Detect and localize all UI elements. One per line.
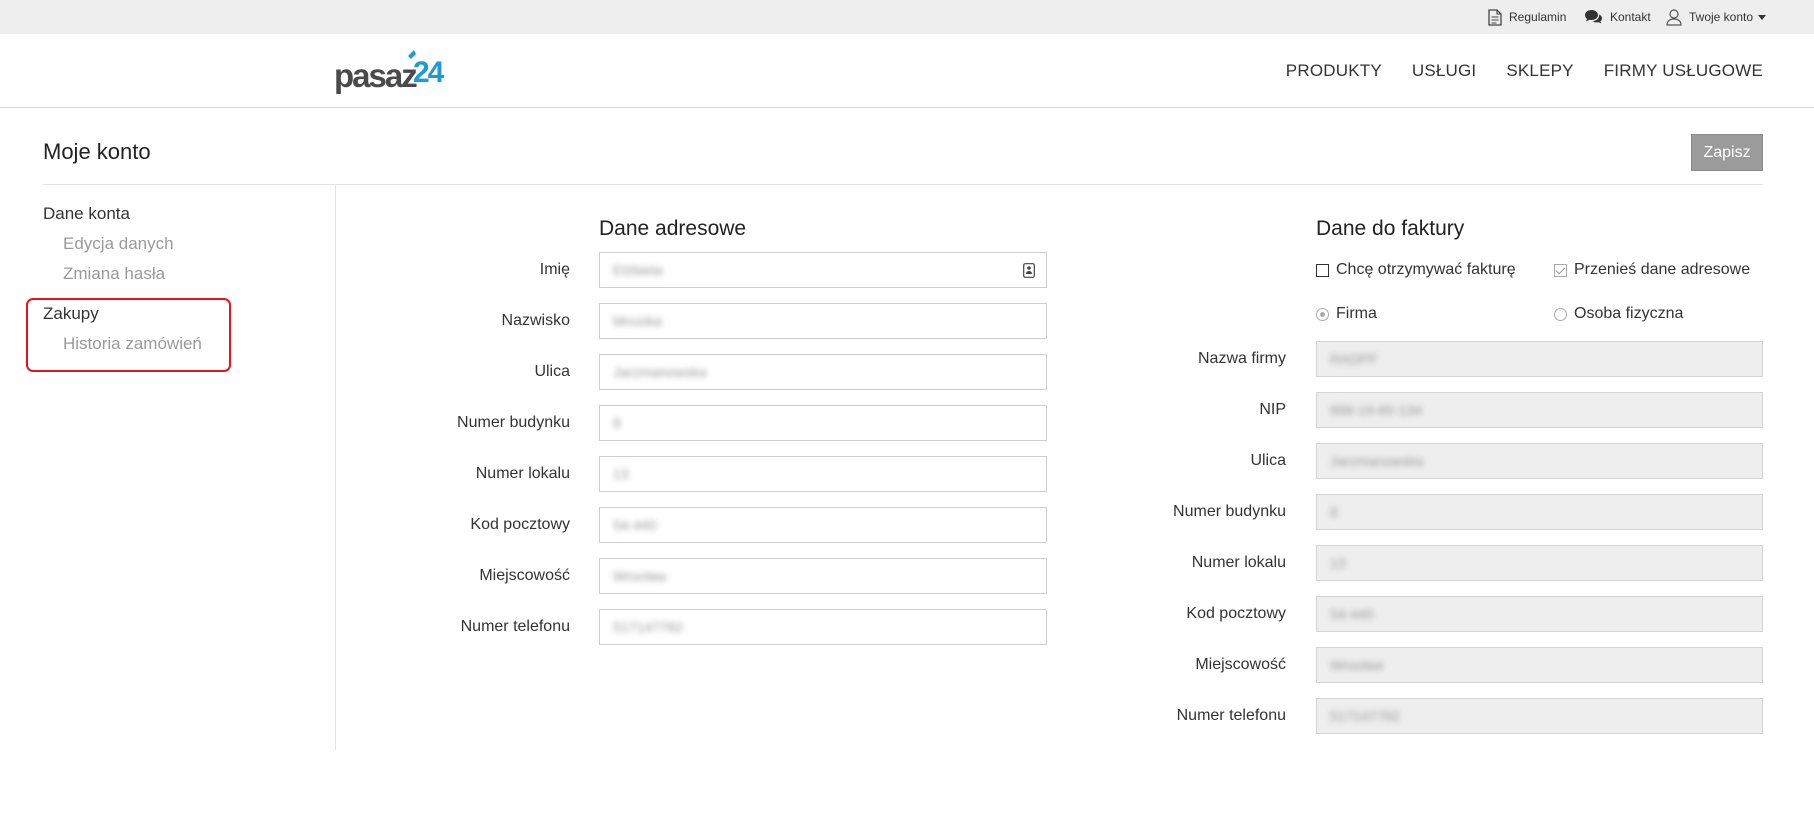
radio-osoba-fizyczna[interactable]: Osoba fizyczna	[1554, 305, 1683, 323]
kontakt-link[interactable]: Kontakt	[1584, 0, 1651, 34]
invoice-label-ulica: Ulica	[1250, 452, 1286, 469]
invoice-label-nazwa-firmy: Nazwa firmy	[1197, 350, 1286, 367]
invoice-input-numer-telefonu[interactable]: 517147782	[1316, 698, 1763, 734]
account-dropdown[interactable]: Twoje konto	[1666, 0, 1767, 34]
sidebar-item-edycja-danych[interactable]: Edycja danych	[63, 234, 174, 254]
invoice-label-nip: NIP	[1259, 401, 1286, 418]
invoice-value-numer-lokalu: 13	[1330, 555, 1346, 571]
radio-icon	[1554, 307, 1567, 321]
address-input-ulica[interactable]: Jarzmanowska	[599, 354, 1047, 390]
nav-sklepy[interactable]: SKLEPY	[1506, 61, 1573, 81]
svg-text:pasaz: pasaz	[334, 57, 417, 94]
address-label-imie: Imię	[539, 261, 570, 278]
address-value-kod-pocztowy: 54-440	[613, 517, 657, 533]
radio-firma[interactable]: Firma	[1316, 305, 1377, 323]
address-input-imie[interactable]: Elżbieta	[599, 252, 1047, 288]
contact-card-icon	[1023, 263, 1035, 278]
radio-selected-icon	[1316, 307, 1329, 321]
account-label: Twoje konto	[1689, 10, 1754, 24]
copy-address-label: Przenieś dane adresowe	[1574, 261, 1751, 278]
invoice-value-miejscowosc: Wrocław	[1330, 657, 1384, 673]
address-value-numer-budynku: 8	[613, 415, 621, 431]
page-title: Moje konto	[43, 139, 151, 164]
address-heading: Dane adresowe	[599, 217, 747, 240]
address-label-kod-pocztowy: Kod pocztowy	[470, 516, 570, 533]
address-label-numer-budynku: Numer budynku	[457, 414, 570, 431]
address-value-nazwisko: Mrozika	[613, 313, 663, 329]
want-invoice-checkbox[interactable]: Chcę otrzymywać fakturę	[1316, 261, 1516, 279]
address-value-imie: Elżbieta	[613, 262, 663, 278]
nav-firmy-uslugowe[interactable]: FIRMY USŁUGOWE	[1604, 61, 1763, 81]
regulamin-link[interactable]: Regulamin	[1488, 0, 1566, 34]
want-invoice-label: Chcę otrzymywać fakturę	[1336, 261, 1516, 278]
title-divider	[43, 184, 1763, 185]
checkbox-checked-icon	[1554, 263, 1567, 277]
highlight-box	[26, 298, 231, 372]
chevron-down-icon	[1758, 14, 1767, 20]
address-value-numer-telefonu: 517147782	[613, 619, 684, 635]
invoice-input-numer-lokalu[interactable]: 13	[1316, 545, 1763, 581]
invoice-value-nazwa-firmy: RADPF	[1330, 351, 1378, 367]
address-label-numer-telefonu: Numer telefonu	[460, 618, 570, 635]
address-value-numer-lokalu: 13	[613, 466, 629, 482]
main-navigation: PRODUKTY USŁUGI SKLEPY FIRMY USŁUGOWE	[1256, 34, 1763, 108]
invoice-value-ulica: Jarzmanowska	[1330, 453, 1424, 469]
invoice-input-nip[interactable]: 898-19-65-134	[1316, 392, 1763, 428]
address-input-numer-lokalu[interactable]: 13	[599, 456, 1047, 492]
radio-firma-label: Firma	[1336, 305, 1377, 322]
invoice-label-numer-lokalu: Numer lokalu	[1191, 554, 1286, 571]
copy-address-checkbox[interactable]: Przenieś dane adresowe	[1554, 261, 1750, 279]
user-icon	[1666, 8, 1682, 26]
invoice-input-ulica[interactable]: Jarzmanowska	[1316, 443, 1763, 479]
pasaz24-logo[interactable]: pasaz 24	[334, 50, 452, 94]
sidebar-divider	[335, 185, 336, 750]
address-input-kod-pocztowy[interactable]: 54-440	[599, 507, 1047, 543]
address-input-nazwisko[interactable]: Mrozika	[599, 303, 1047, 339]
site-header: pasaz 24 PRODUKTY USŁUGI SKLEPY FIRMY US…	[0, 34, 1814, 108]
radio-osoba-label: Osoba fizyczna	[1574, 305, 1684, 322]
sidebar-item-dane-konta[interactable]: Dane konta	[43, 204, 130, 224]
nav-produkty[interactable]: PRODUKTY	[1286, 61, 1382, 81]
checkbox-icon	[1316, 263, 1329, 277]
invoice-value-numer-budynku: 8	[1330, 504, 1338, 520]
invoice-input-nazwa-firmy[interactable]: RADPF	[1316, 341, 1763, 377]
chat-icon	[1585, 10, 1602, 24]
address-value-ulica: Jarzmanowska	[613, 364, 707, 380]
address-input-miejscowosc[interactable]: Wrocław	[599, 558, 1047, 594]
address-value-miejscowosc: Wrocław	[613, 568, 667, 584]
svg-text:24: 24	[413, 56, 445, 89]
invoice-input-miejscowosc[interactable]: Wrocław	[1316, 647, 1763, 683]
address-input-numer-budynku[interactable]: 8	[599, 405, 1047, 441]
invoice-label-numer-telefonu: Numer telefonu	[1176, 707, 1286, 724]
address-label-numer-lokalu: Numer lokalu	[475, 465, 570, 482]
address-input-numer-telefonu[interactable]: 517147782	[599, 609, 1047, 645]
document-icon	[1488, 8, 1502, 26]
nav-uslugi[interactable]: USŁUGI	[1412, 61, 1477, 81]
address-label-miejscowosc: Miejscowość	[479, 567, 570, 584]
invoice-value-nip: 898-19-65-134	[1330, 402, 1422, 418]
save-button[interactable]: Zapisz	[1691, 134, 1763, 171]
invoice-label-miejscowosc: Miejscowość	[1195, 656, 1286, 673]
invoice-heading: Dane do faktury	[1316, 217, 1465, 240]
regulamin-label: Regulamin	[1509, 10, 1567, 24]
invoice-value-kod-pocztowy: 54-440	[1330, 606, 1374, 622]
invoice-value-numer-telefonu: 517147782	[1330, 708, 1401, 724]
sidebar-item-zmiana-hasla[interactable]: Zmiana hasła	[63, 264, 165, 284]
address-label-ulica: Ulica	[534, 363, 570, 380]
invoice-input-kod-pocztowy[interactable]: 54-440	[1316, 596, 1763, 632]
kontakt-label: Kontakt	[1610, 10, 1651, 24]
invoice-label-kod-pocztowy: Kod pocztowy	[1186, 605, 1286, 622]
top-utility-bar: Regulamin Kontakt Twoje konto	[0, 0, 1814, 34]
invoice-label-numer-budynku: Numer budynku	[1173, 503, 1286, 520]
address-label-nazwisko: Nazwisko	[501, 312, 570, 329]
invoice-input-numer-budynku[interactable]: 8	[1316, 494, 1763, 530]
